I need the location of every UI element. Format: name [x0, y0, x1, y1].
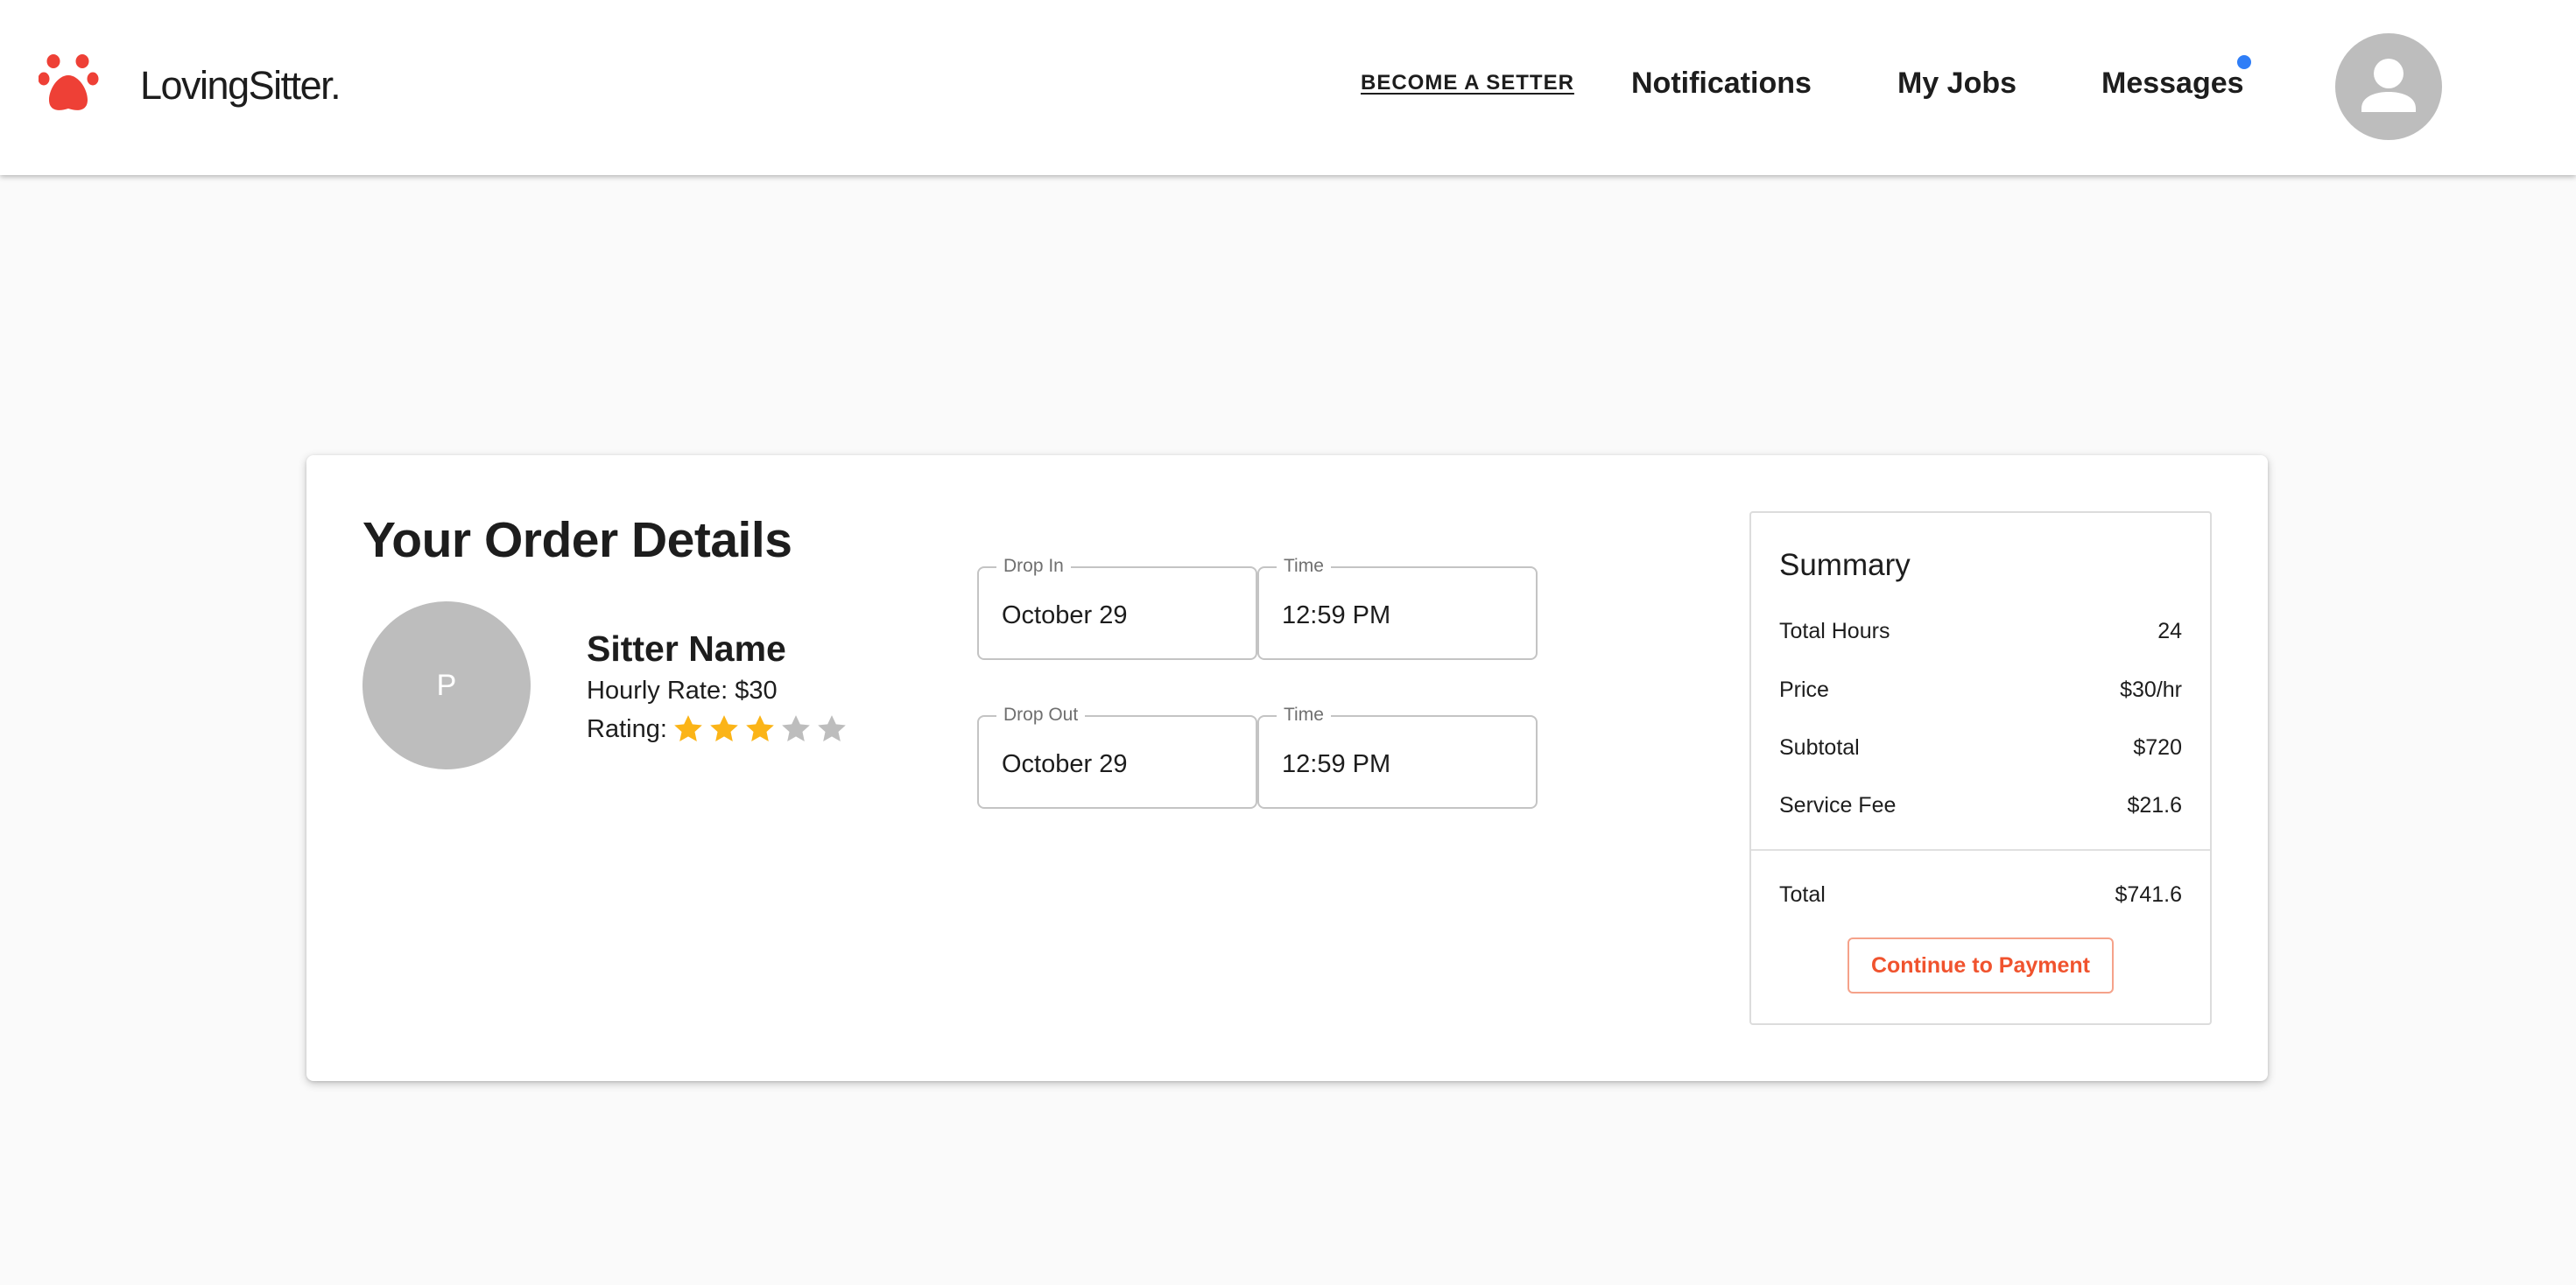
summary-row-subtotal: Subtotal $720 — [1779, 733, 2182, 762]
rating-label: Rating: — [587, 714, 667, 743]
summary-label: Service Fee — [1779, 792, 1897, 818]
page-title: Your Order Details — [362, 512, 792, 568]
summary-value: $30/hr — [2120, 677, 2182, 702]
summary-row-service-fee: Service Fee $21.6 — [1779, 790, 2182, 820]
rating-stars — [671, 712, 850, 747]
unread-dot — [2237, 55, 2251, 69]
order-card: Your Order Details P Sitter Name Hourly … — [306, 455, 2268, 1081]
summary-total-value: $741.6 — [2115, 881, 2182, 907]
paw-icon — [39, 54, 107, 117]
drop-out-date-label: Drop Out — [996, 705, 1086, 726]
star-filled-icon — [746, 715, 774, 741]
brand[interactable]: LovingSitter. — [39, 54, 341, 117]
summary-value: 24 — [2157, 618, 2182, 643]
summary-label: Subtotal — [1779, 734, 1860, 760]
drop-out-time-label: Time — [1277, 705, 1331, 726]
summary-value: $720 — [2133, 734, 2182, 760]
person-icon — [2335, 33, 2442, 140]
summary-row-total-hours: Total Hours 24 — [1779, 616, 2182, 646]
order-summary: Summary Total Hours 24 Price $30/hr Subt… — [1749, 511, 2212, 1025]
summary-divider — [1751, 849, 2210, 851]
nav-messages[interactable]: Messages — [2101, 67, 2244, 101]
sitter-initial: P — [436, 668, 457, 702]
summary-label: Price — [1779, 677, 1829, 702]
drop-in-time-label: Time — [1277, 556, 1331, 577]
drop-in-date-label: Drop In — [996, 556, 1071, 577]
summary-row-price: Price $30/hr — [1779, 675, 2182, 705]
summary-value: $21.6 — [2127, 792, 2182, 818]
drop-in-date-field[interactable]: Drop In October 29 — [977, 556, 1257, 660]
sitter-rating: Rating: — [587, 712, 850, 747]
drop-in-date-value: October 29 — [1002, 601, 1128, 629]
nav-notifications[interactable]: Notifications — [1631, 67, 1812, 101]
summary-title: Summary — [1779, 548, 1911, 582]
star-empty-icon — [818, 715, 846, 741]
sitter-avatar: P — [362, 601, 531, 769]
star-filled-icon — [674, 715, 702, 741]
user-avatar[interactable] — [2335, 33, 2442, 140]
summary-label: Total Hours — [1779, 618, 1890, 643]
summary-total-label: Total — [1779, 881, 1826, 907]
drop-in-time-value: 12:59 PM — [1282, 601, 1391, 629]
drop-out-time-value: 12:59 PM — [1282, 750, 1391, 778]
brand-name: LovingSitter. — [140, 63, 341, 108]
star-empty-icon — [782, 715, 810, 741]
drop-out-date-value: October 29 — [1002, 750, 1128, 778]
sitter-name: Sitter Name — [587, 628, 786, 669]
nav-my-jobs[interactable]: My Jobs — [1897, 67, 2016, 101]
star-filled-icon — [710, 715, 738, 741]
top-navbar: LovingSitter. BECOME A SETTER Notificati… — [0, 0, 2576, 175]
summary-row-total: Total $741.6 — [1779, 880, 2182, 909]
drop-in-time-field[interactable]: Time 12:59 PM — [1257, 556, 1538, 660]
sitter-hourly-rate: Hourly Rate: $30 — [587, 677, 778, 705]
become-sitter-link[interactable]: BECOME A SETTER — [1361, 71, 1574, 95]
continue-to-payment-button[interactable]: Continue to Payment — [1848, 937, 2114, 994]
drop-out-time-field[interactable]: Time 12:59 PM — [1257, 705, 1538, 809]
drop-out-date-field[interactable]: Drop Out October 29 — [977, 705, 1257, 809]
